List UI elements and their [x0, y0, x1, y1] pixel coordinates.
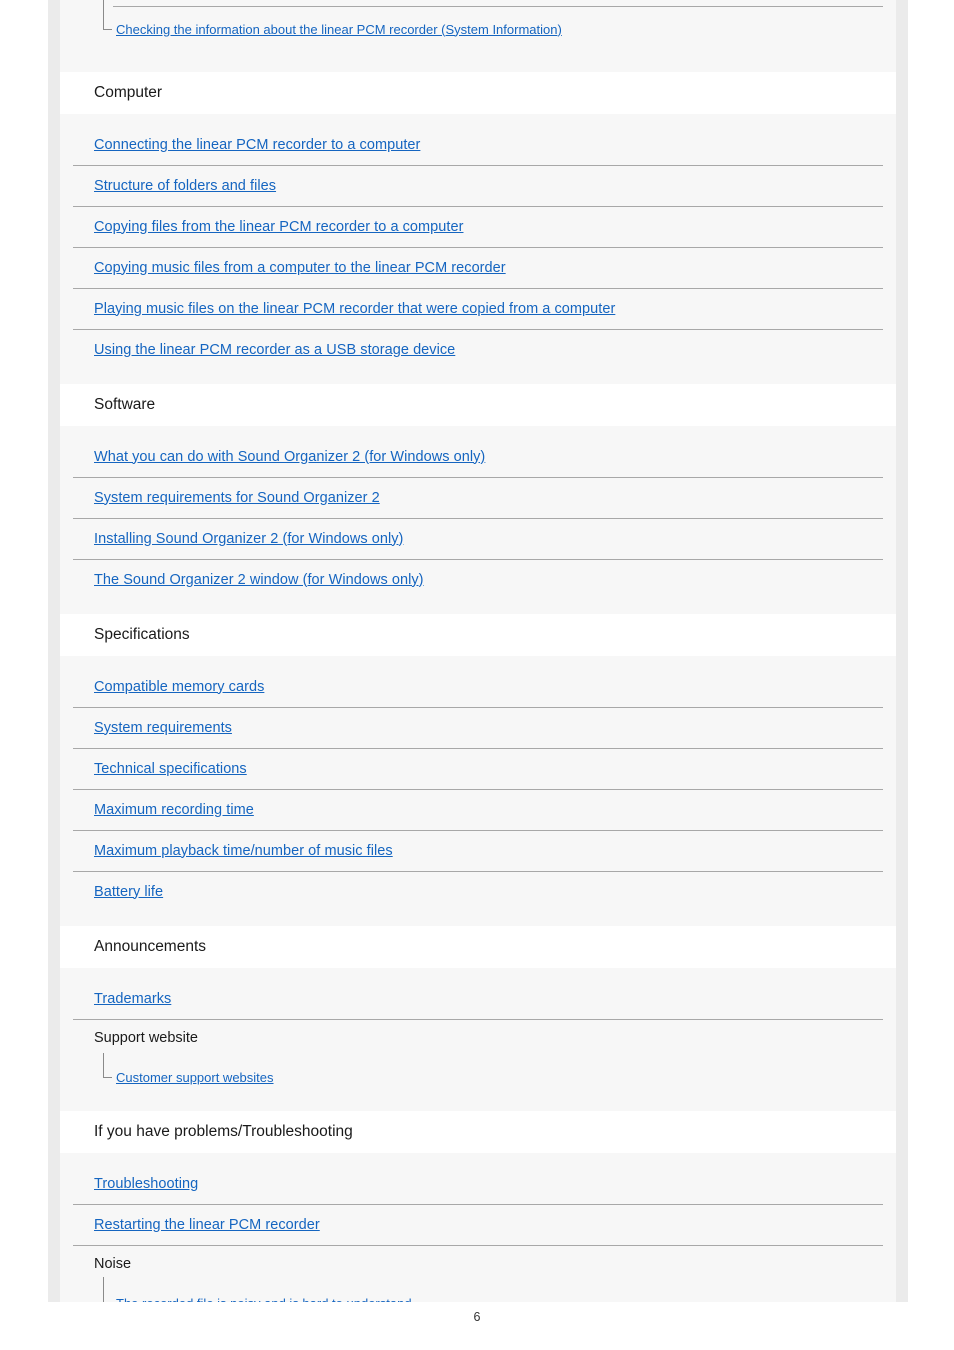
toc-entry-row[interactable]: Maximum recording time: [60, 789, 896, 830]
tree-elbow-line: [103, 1077, 112, 1078]
page-number: 6: [473, 1310, 481, 1324]
toc-entry-link[interactable]: Maximum playback time/number of music fi…: [94, 843, 393, 859]
toc-section-group: Compatible memory cards System requiremen…: [60, 662, 896, 920]
toc-entry-row[interactable]: System requirements: [60, 707, 896, 748]
toc-subgroup-label: Noise: [60, 1245, 896, 1283]
toc-section-header: Software: [60, 384, 896, 426]
toc-entry-link[interactable]: Using the linear PCM recorder as a USB s…: [94, 342, 455, 358]
toc-entry-row[interactable]: Structure of folders and files: [60, 165, 896, 206]
toc-section-header: Computer: [60, 72, 896, 114]
toc-entry-link[interactable]: System requirements: [94, 720, 232, 736]
toc-section-header: Announcements: [60, 926, 896, 968]
toc-entry-row[interactable]: Using the linear PCM recorder as a USB s…: [60, 329, 896, 370]
toc-entry-link[interactable]: Installing Sound Organizer 2 (for Window…: [94, 531, 403, 547]
toc-tree-entry-row[interactable]: Checking the information about the linea…: [60, 0, 896, 52]
toc-section-group: Trademarks Support website Customer suppor…: [60, 974, 896, 1105]
toc-entry-link[interactable]: Structure of folders and files: [94, 178, 276, 194]
toc-section-group: Connecting the linear PCM recorder to a …: [60, 120, 896, 378]
toc-entry-link[interactable]: What you can do with Sound Organizer 2 (…: [94, 449, 485, 465]
toc-entry-link[interactable]: Compatible memory cards: [94, 679, 264, 695]
toc-entry-row[interactable]: Restarting the linear PCM recorder: [60, 1204, 896, 1245]
toc-section-header: Specifications: [60, 614, 896, 656]
toc-section-header: If you have problems/Troubleshooting: [60, 1111, 896, 1153]
toc-entry-row[interactable]: Connecting the linear PCM recorder to a …: [60, 124, 896, 165]
toc-entry-link[interactable]: The Sound Organizer 2 window (for Window…: [94, 572, 424, 588]
toc-continued-group: Checking the information about the linea…: [60, 0, 896, 66]
toc-entry-link[interactable]: Technical specifications: [94, 761, 247, 777]
toc-entry-link[interactable]: Troubleshooting: [94, 1176, 198, 1192]
toc-entry-row[interactable]: Technical specifications: [60, 748, 896, 789]
toc-entry-row[interactable]: Playing music files on the linear PCM re…: [60, 288, 896, 329]
toc-tree-entry-row[interactable]: The recorded file is noisy and is hard t…: [60, 1277, 896, 1303]
toc-entry-link[interactable]: Battery life: [94, 884, 163, 900]
toc-section-group: What you can do with Sound Organizer 2 (…: [60, 432, 896, 608]
toc-card: Checking the information about the linea…: [60, 0, 896, 1302]
toc-entry-row[interactable]: Maximum playback time/number of music fi…: [60, 830, 896, 871]
table-of-contents: Checking the information about the linea…: [60, 0, 896, 1302]
toc-entry-link[interactable]: Maximum recording time: [94, 802, 254, 818]
toc-tree-entry-link[interactable]: Checking the information about the linea…: [116, 22, 562, 37]
toc-entry-link[interactable]: Copying music files from a computer to t…: [94, 260, 506, 276]
toc-entry-row[interactable]: System requirements for Sound Organizer …: [60, 477, 896, 518]
toc-entry-row[interactable]: What you can do with Sound Organizer 2 (…: [60, 436, 896, 477]
toc-entry-row[interactable]: Copying music files from a computer to t…: [60, 247, 896, 288]
toc-entry-row[interactable]: Trademarks: [60, 978, 896, 1019]
toc-entry-row[interactable]: The Sound Organizer 2 window (for Window…: [60, 559, 896, 600]
toc-entry-row[interactable]: Battery life: [60, 871, 896, 912]
toc-entry-row[interactable]: Installing Sound Organizer 2 (for Window…: [60, 518, 896, 559]
toc-tree-entry-row[interactable]: Customer support websites: [60, 1053, 896, 1097]
toc-entry-row[interactable]: Copying files from the linear PCM record…: [60, 206, 896, 247]
tree-stem-line: [103, 0, 104, 29]
toc-subgroup-label: Support website: [60, 1019, 896, 1057]
toc-entry-link[interactable]: Playing music files on the linear PCM re…: [94, 301, 615, 317]
toc-section-group: Troubleshooting Restarting the linear PCM…: [60, 1159, 896, 1302]
toc-entry-link[interactable]: Copying files from the linear PCM record…: [94, 219, 463, 235]
tree-elbow-line: [103, 29, 112, 30]
tree-stem-line: [103, 1053, 104, 1077]
toc-tree-entry-link[interactable]: Customer support websites: [116, 1070, 274, 1085]
toc-entry-row[interactable]: Troubleshooting: [60, 1163, 896, 1204]
toc-entry-link[interactable]: Restarting the linear PCM recorder: [94, 1217, 320, 1233]
toc-tree-entry-link[interactable]: The recorded file is noisy and is hard t…: [116, 1296, 415, 1303]
toc-entry-link[interactable]: Trademarks: [94, 991, 171, 1007]
toc-entry-link[interactable]: Connecting the linear PCM recorder to a …: [94, 137, 420, 153]
page-canvas: Checking the information about the linea…: [0, 0, 954, 1350]
toc-entry-link[interactable]: System requirements for Sound Organizer …: [94, 490, 380, 506]
toc-entry-row[interactable]: Compatible memory cards: [60, 666, 896, 707]
tree-stem-line: [103, 1277, 104, 1302]
